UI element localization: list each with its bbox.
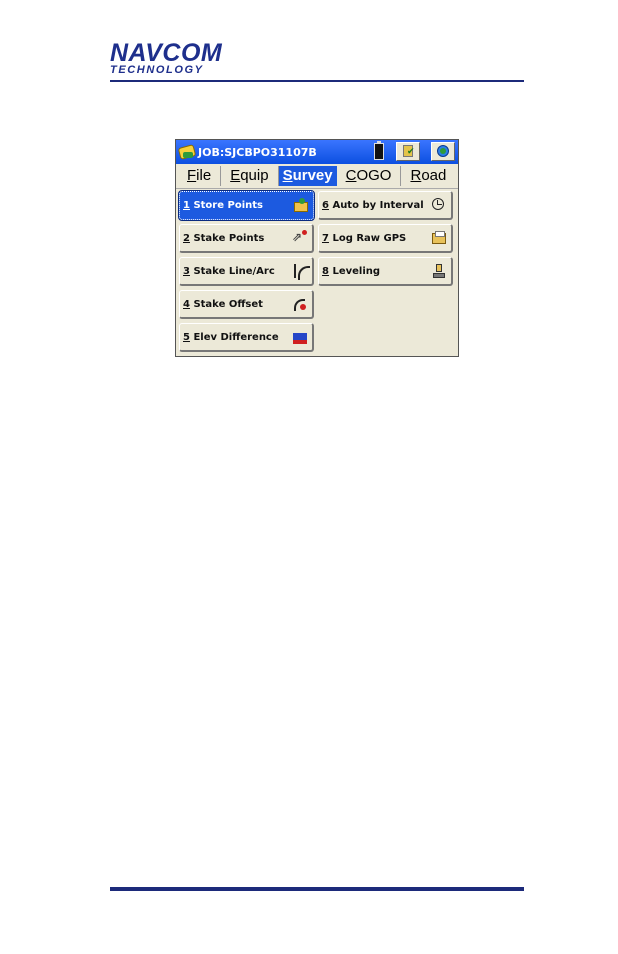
clock-icon [431, 197, 447, 213]
device-screen: JOB:SJCBPO31107B File Equip Survey COGO … [175, 139, 459, 357]
title-bar: JOB:SJCBPO31107B [176, 140, 458, 164]
auto-by-interval-button[interactable]: 6 Auto by Interval [318, 191, 453, 220]
header-rule [110, 80, 524, 82]
menu-file[interactable]: File [178, 166, 222, 186]
log-icon [431, 230, 447, 246]
globe-icon [437, 145, 449, 157]
stake-points-button[interactable]: 2 Stake Points [179, 224, 314, 253]
leveling-button[interactable]: 8 Leveling [318, 257, 453, 286]
job-icon [177, 143, 197, 161]
footer-rule [110, 887, 524, 891]
line-arc-icon [292, 263, 310, 280]
menu-equip[interactable]: Equip [221, 166, 279, 186]
elevation-icon [292, 329, 308, 345]
store-points-button[interactable]: 1 Store Points [178, 190, 315, 221]
globe-button[interactable] [431, 142, 455, 161]
stake-line-arc-button[interactable]: 3 Stake Line/Arc [179, 257, 314, 286]
level-icon [431, 263, 447, 279]
stake-points-icon [292, 230, 308, 246]
offset-icon [292, 296, 308, 312]
elev-difference-button[interactable]: 5 Elev Difference [179, 323, 314, 352]
logo-line1: NAVCOM [110, 39, 223, 67]
checklist-icon [403, 145, 415, 157]
battery-icon [374, 141, 384, 160]
stake-offset-button[interactable]: 4 Stake Offset [179, 290, 314, 319]
menu-survey[interactable]: Survey [278, 166, 337, 186]
navcom-logo: NAVCOM TECHNOLOGY [110, 39, 234, 77]
menu-bar: File Equip Survey COGO Road [176, 164, 458, 189]
checklist-button[interactable] [396, 142, 420, 161]
log-raw-gps-button[interactable]: 7 Log Raw GPS [318, 224, 453, 253]
menu-cogo[interactable]: COGO [337, 166, 402, 186]
job-title: JOB:SJCBPO31107B [198, 145, 317, 159]
folder-icon [293, 197, 309, 214]
menu-road[interactable]: Road [401, 166, 455, 186]
